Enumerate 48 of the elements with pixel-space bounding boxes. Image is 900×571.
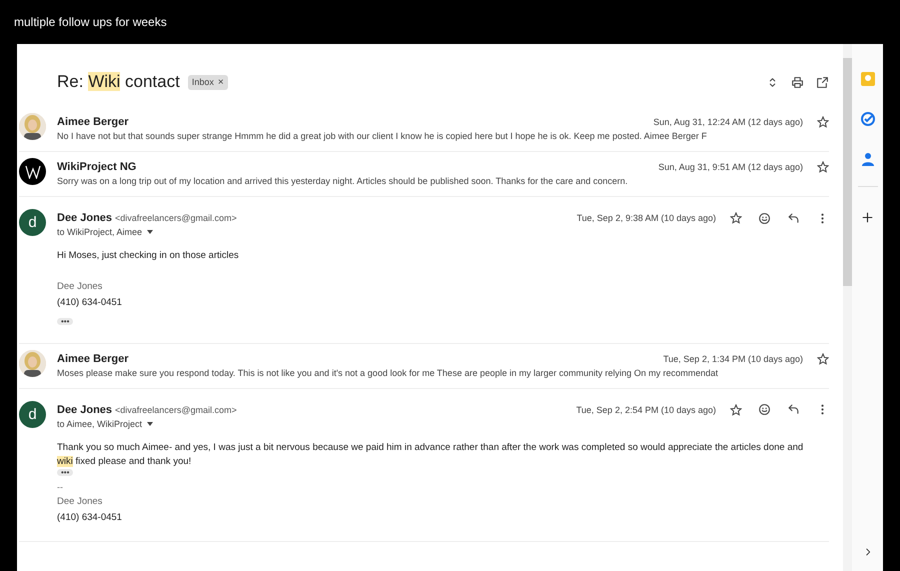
message-date: Sun, Aug 31, 9:51 AM (12 days ago) (658, 162, 803, 172)
message-date: Tue, Sep 2, 1:34 PM (10 days ago) (663, 354, 803, 364)
email-subject: Re: Wiki contact (57, 72, 180, 92)
message-snippet: No I have not but that sounds super strange Hmmm he did a great job with our client I know he is copied here but I hope he is ok. Keep me posted. Aimee Berger F (57, 131, 708, 141)
sender-name: Aimee Berger (57, 116, 129, 128)
emoji-icon[interactable] (758, 212, 771, 224)
reply-icon[interactable] (787, 403, 800, 416)
recipients-dropdown[interactable]: to Aimee, WikiProject (57, 418, 154, 429)
open-new-window-icon[interactable] (816, 76, 829, 88)
inbox-label[interactable]: Inbox × (188, 74, 228, 90)
contacts-icon[interactable] (862, 152, 874, 166)
message-date: Tue, Sep 2, 9:38 AM (10 days ago) (576, 213, 716, 223)
sender-name: Dee Jones (57, 404, 112, 416)
sender-name: Aimee Berger (57, 352, 129, 365)
scrollbar-thumb[interactable] (843, 58, 852, 286)
star-icon[interactable] (730, 212, 742, 224)
caret-icon[interactable] (146, 420, 154, 428)
signature-separator: -- (57, 482, 64, 492)
recipients-dropdown[interactable]: to WikiProject, Aimee (57, 227, 154, 237)
message-date: Tue, Sep 2, 2:54 PM (10 days ago) (576, 404, 716, 415)
avatar: d (19, 400, 46, 428)
avatar: d (19, 209, 46, 236)
signature-name: Dee Jones (57, 496, 104, 508)
caret-icon[interactable] (146, 228, 154, 236)
message-snippet: Sorry was on a long trip out of my location and arrived this yesterday night. Articles should be published soon. Thanks for the care and concern. (57, 176, 629, 186)
emoji-icon[interactable] (758, 403, 771, 416)
message-snippet: Moses please make sure you respond today. This is not like you and it's not a good look for me These are people in my larger community relying On my recommendat (57, 368, 720, 378)
message-body: Hi Moses, just checking in on those articles (57, 249, 240, 263)
sender-name: WikiProject NG (57, 161, 136, 173)
star-icon[interactable] (817, 161, 829, 173)
signature-phone: (410) 634-0451 (57, 512, 123, 524)
print-icon[interactable] (791, 76, 804, 88)
message-body: Thank you so much Aimee- and yes, I was just a bit nervous because we paid him in advance rather than after the work was completed so would appreciate the articles done and wiki fixed please and thank you! (57, 440, 804, 468)
video-caption: multiple follow ups for weeks (14, 15, 167, 29)
sender-name: Dee Jones (57, 212, 112, 224)
show-trimmed-button[interactable]: ••• (57, 318, 74, 325)
add-icon[interactable] (861, 211, 874, 224)
signature-phone: (410) 634-0451 (57, 296, 123, 308)
sender-email: <divafreelancers@gmail.com> (115, 213, 237, 223)
signature-name: Dee Jones (57, 280, 104, 292)
star-icon[interactable] (817, 116, 829, 128)
reply-icon[interactable] (787, 212, 800, 224)
star-icon[interactable] (730, 404, 742, 416)
sender-email: <divafreelancers@gmail.com> (115, 404, 237, 415)
message-date: Sun, Aug 31, 12:24 AM (12 days ago) (653, 117, 803, 127)
star-icon[interactable] (817, 352, 829, 365)
show-trimmed-button[interactable]: ••• (57, 469, 74, 476)
tasks-icon[interactable] (860, 112, 874, 126)
